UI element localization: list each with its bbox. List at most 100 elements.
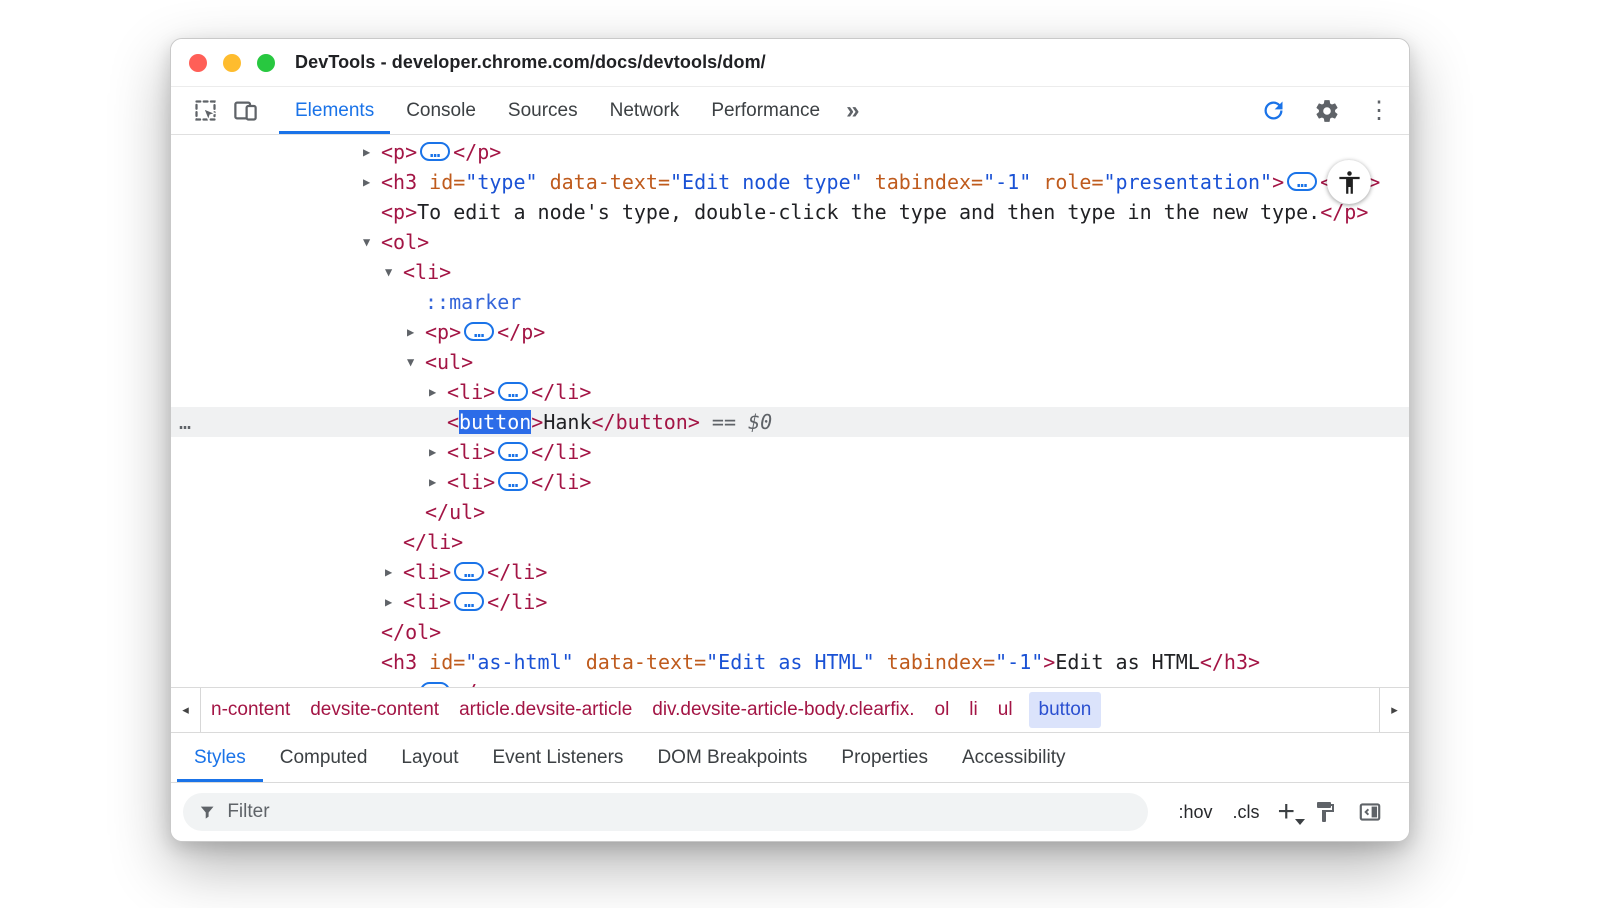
breadcrumb-item[interactable]: ol — [925, 699, 960, 721]
tree-node[interactable]: ▼<ol> — [171, 227, 1409, 257]
device-toolbar-icon[interactable] — [225, 87, 265, 134]
breadcrumb-item[interactable]: n-content — [201, 699, 300, 721]
tree-node[interactable]: ▶<p>…</p> — [171, 677, 1409, 687]
breadcrumb-item[interactable]: div.devsite-article-body.clearfix. — [642, 699, 924, 721]
tab-performance[interactable]: Performance — [695, 87, 836, 134]
tab-network[interactable]: Network — [594, 87, 696, 134]
tab-event-listeners[interactable]: Event Listeners — [475, 733, 640, 782]
tree-node[interactable]: ▶<li>…</li> — [171, 467, 1409, 497]
toggle-element-state-button[interactable]: :hov — [1168, 802, 1222, 823]
tree-node[interactable]: ▶<li>…</li> — [171, 557, 1409, 587]
code-token: <h3 — [381, 650, 417, 674]
tree-node[interactable]: ::marker — [171, 287, 1409, 317]
filter-field[interactable] — [183, 793, 1148, 831]
code-token: To edit a node's type, double-click the … — [417, 200, 1320, 224]
expanded-arrow-icon[interactable]: ▼ — [407, 347, 425, 377]
tree-node[interactable]: ▼<ul> — [171, 347, 1409, 377]
tree-node[interactable]: ▶<li>…</li> — [171, 587, 1409, 617]
toggle-sidebar-icon[interactable] — [1347, 799, 1393, 825]
zoom-button[interactable] — [257, 54, 275, 72]
breadcrumb-scroll-right-icon[interactable]: ▸ — [1379, 688, 1409, 732]
tree-node[interactable]: ▶<p>…</p> — [171, 137, 1409, 167]
ellipsis-expand-button[interactable]: … — [464, 322, 494, 341]
ellipsis-expand-button[interactable]: … — [420, 682, 450, 687]
expanded-arrow-icon[interactable]: ▼ — [363, 227, 381, 257]
breadcrumb-item[interactable]: li — [959, 699, 987, 721]
paint-icon[interactable] — [1303, 800, 1347, 824]
breadcrumb-item[interactable]: devsite-content — [300, 699, 449, 721]
code-token: > — [531, 410, 543, 434]
code-token: </p> — [453, 680, 501, 687]
tree-node[interactable]: ▶<p>…</p> — [171, 317, 1409, 347]
collapsed-arrow-icon[interactable]: ▶ — [429, 437, 447, 467]
row-more-icon[interactable]: … — [179, 407, 192, 437]
code-token: <p> — [381, 140, 417, 164]
close-button[interactable] — [189, 54, 207, 72]
code-token: <li> — [447, 380, 495, 404]
tab-properties[interactable]: Properties — [824, 733, 945, 782]
collapsed-arrow-icon[interactable]: ▶ — [385, 587, 403, 617]
element-classes-button[interactable]: .cls — [1222, 802, 1269, 823]
devtools-toolbar: Elements Console Sources Network Perform… — [171, 87, 1409, 135]
panel-tabs: Elements Console Sources Network Perform… — [279, 87, 836, 134]
tab-layout[interactable]: Layout — [384, 733, 475, 782]
tab-styles[interactable]: Styles — [177, 733, 263, 782]
code-token: data-text= — [538, 170, 670, 194]
tab-dom-breakpoints[interactable]: DOM Breakpoints — [640, 733, 824, 782]
tree-node-selected[interactable]: <button>Hank</button> == $0… — [171, 407, 1409, 437]
collapsed-arrow-icon[interactable]: ▶ — [385, 557, 403, 587]
toolbar-right-icons: ⋮ — [1253, 87, 1397, 134]
tree-node[interactable]: ▼<li> — [171, 257, 1409, 287]
tree-node[interactable]: </ol> — [171, 617, 1409, 647]
ellipsis-expand-button[interactable]: … — [454, 562, 484, 581]
ellipsis-expand-button[interactable]: … — [498, 442, 528, 461]
minimize-button[interactable] — [223, 54, 241, 72]
ellipsis-expand-button[interactable]: … — [420, 142, 450, 161]
chevron-down-icon — [1295, 819, 1305, 825]
collapsed-arrow-icon[interactable]: ▶ — [429, 377, 447, 407]
code-token: ::marker — [425, 290, 521, 314]
collapsed-arrow-icon[interactable]: ▶ — [429, 467, 447, 497]
collapsed-arrow-icon[interactable]: ▶ — [363, 677, 381, 688]
tree-node[interactable]: <p>To edit a node's type, double-click t… — [171, 197, 1409, 227]
tab-accessibility[interactable]: Accessibility — [945, 733, 1082, 782]
code-token: "presentation" — [1104, 170, 1273, 194]
tree-node[interactable]: <h3 id="as-html" data-text="Edit as HTML… — [171, 647, 1409, 677]
code-token: "Edit as HTML" — [706, 650, 875, 674]
breadcrumb-item[interactable]: article.devsite-article — [449, 699, 642, 721]
kebab-menu-icon[interactable]: ⋮ — [1361, 96, 1397, 125]
tab-elements[interactable]: Elements — [279, 87, 390, 134]
tab-console[interactable]: Console — [390, 87, 492, 134]
breadcrumb-item-selected[interactable]: button — [1029, 692, 1102, 728]
ellipsis-expand-button[interactable]: … — [498, 382, 528, 401]
collapsed-arrow-icon[interactable]: ▶ — [363, 167, 381, 197]
filter-input[interactable] — [227, 801, 1134, 823]
tree-node[interactable]: ▶<li>…</li> — [171, 377, 1409, 407]
breadcrumb-item[interactable]: ul — [988, 699, 1023, 721]
tree-node[interactable]: </ul> — [171, 497, 1409, 527]
collapsed-arrow-icon[interactable]: ▶ — [363, 137, 381, 167]
ellipsis-expand-button[interactable]: … — [1287, 172, 1317, 191]
gear-icon[interactable] — [1307, 98, 1347, 124]
refresh-icon[interactable] — [1253, 97, 1293, 124]
inspect-icon[interactable] — [185, 87, 225, 134]
selected-tag-name: button — [459, 410, 531, 434]
tab-computed[interactable]: Computed — [263, 733, 385, 782]
tab-sources[interactable]: Sources — [492, 87, 594, 134]
ellipsis-expand-button[interactable]: … — [498, 472, 528, 491]
more-tabs-icon[interactable]: » — [836, 87, 869, 134]
code-token: <h3 — [381, 170, 417, 194]
tree-node[interactable]: ▶<h3 id="type" data-text="Edit node type… — [171, 167, 1409, 197]
code-token: id= — [417, 650, 465, 674]
tree-node[interactable]: ▶<li>…</li> — [171, 437, 1409, 467]
breadcrumb-scroll-left-icon[interactable]: ◂ — [171, 688, 201, 732]
code-token: </p> — [453, 140, 501, 164]
ellipsis-expand-button[interactable]: … — [454, 592, 484, 611]
expanded-arrow-icon[interactable]: ▼ — [385, 257, 403, 287]
new-style-rule-button[interactable]: + — [1269, 797, 1303, 827]
collapsed-arrow-icon[interactable]: ▶ — [407, 317, 425, 347]
code-token: > — [1272, 170, 1284, 194]
tree-node[interactable]: </li> — [171, 527, 1409, 557]
code-token: <p> — [381, 200, 417, 224]
code-token: data-text= — [574, 650, 706, 674]
